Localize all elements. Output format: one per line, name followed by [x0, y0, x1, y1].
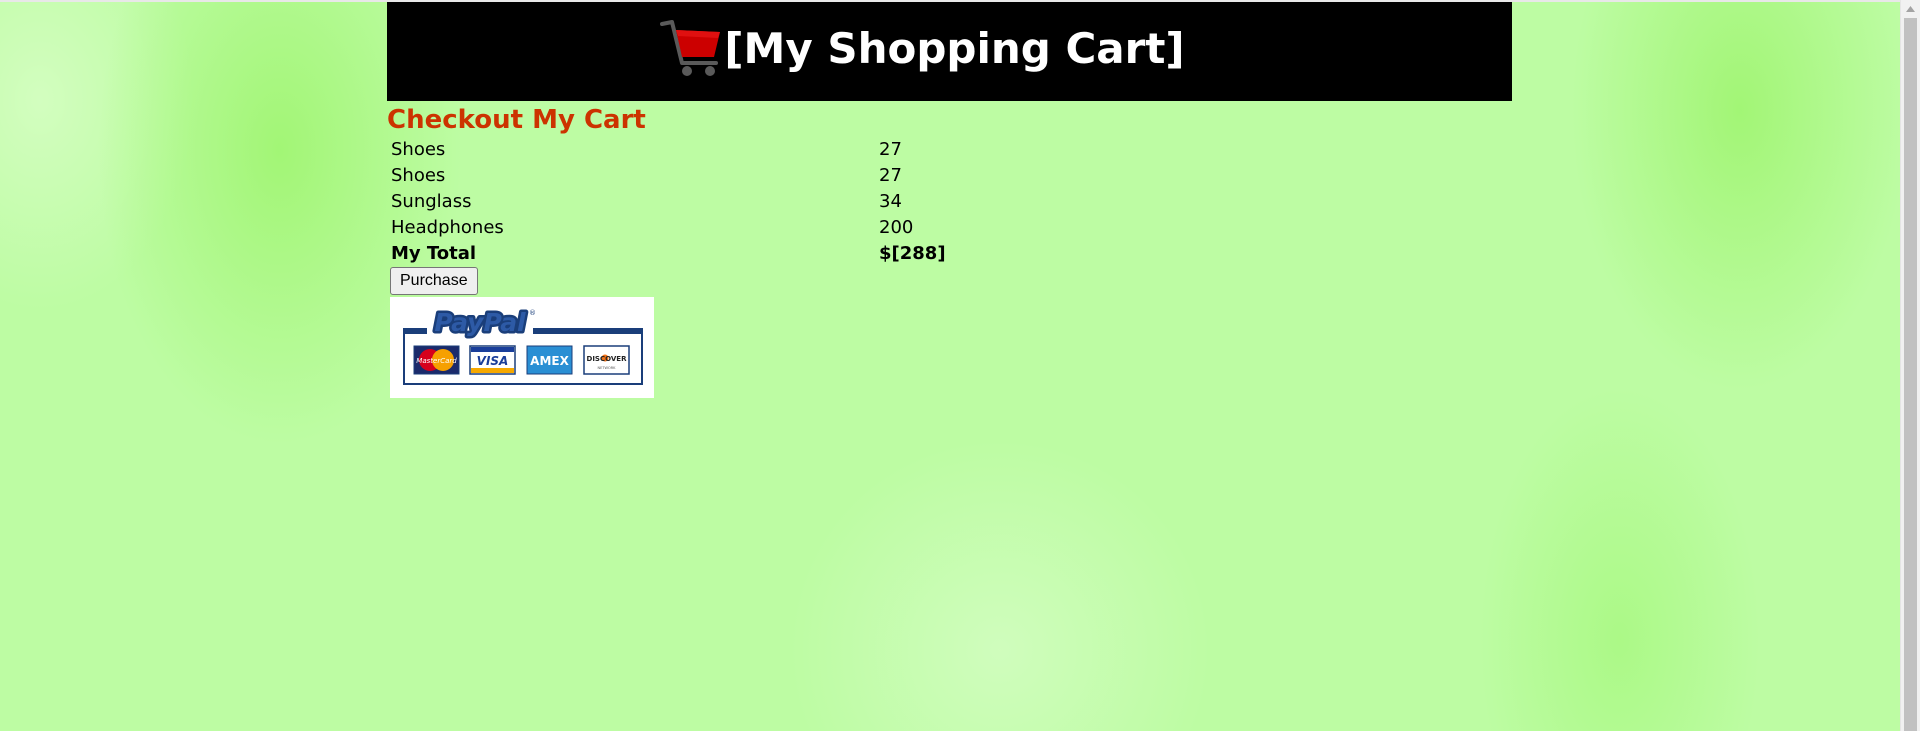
- paypal-logo: PayPal PayPal ® MasterCard VISA AMEX DIS…: [403, 306, 643, 385]
- paypal-checkout-image[interactable]: PayPal PayPal ® MasterCard VISA AMEX DIS…: [390, 297, 654, 398]
- page-container: [My Shopping Cart] Checkout My Cart Shoe…: [387, 2, 1512, 398]
- svg-text:NETWORK: NETWORK: [598, 366, 617, 370]
- item-price: 200: [879, 216, 914, 238]
- cart-row: Shoes 27: [388, 136, 949, 162]
- svg-text:®: ®: [529, 309, 536, 317]
- cart-row: Shoes 27: [388, 162, 949, 188]
- svg-text:AMEX: AMEX: [530, 354, 569, 368]
- checkout-heading: Checkout My Cart: [387, 105, 646, 135]
- item-name: Shoes: [391, 164, 446, 186]
- svg-text:DISCOVER: DISCOVER: [587, 355, 628, 363]
- vertical-scrollbar[interactable]: [1900, 0, 1920, 731]
- visa-icon: VISA: [469, 345, 516, 375]
- total-value: $[288]: [879, 242, 946, 264]
- site-header: [My Shopping Cart]: [387, 2, 1512, 101]
- cart-table: Shoes 27 Shoes 27 Sunglass 34 Headphones…: [388, 136, 949, 266]
- svg-text:VISA: VISA: [477, 354, 509, 368]
- item-price: 27: [879, 164, 902, 186]
- svg-text:MasterCard: MasterCard: [416, 357, 457, 365]
- item-price: 27: [879, 138, 902, 160]
- item-name: Sunglass: [391, 190, 472, 212]
- scrollbar-thumb[interactable]: [1904, 18, 1917, 731]
- discover-icon: DISCOVER NETWORK: [583, 345, 630, 375]
- total-row: My Total $[288]: [388, 240, 949, 266]
- cart-row: Headphones 200: [388, 214, 949, 240]
- scroll-up-arrow-icon[interactable]: [1901, 0, 1920, 17]
- header-content: [My Shopping Cart]: [660, 19, 1185, 79]
- total-label: My Total: [391, 242, 477, 264]
- item-price: 34: [879, 190, 902, 212]
- item-name: Shoes: [391, 138, 446, 160]
- cart-row: Sunglass 34: [388, 188, 949, 214]
- amex-icon: AMEX: [526, 345, 573, 375]
- page-title: [My Shopping Cart]: [724, 24, 1185, 73]
- item-name: Headphones: [391, 216, 504, 238]
- shopping-cart-icon: [660, 19, 721, 76]
- svg-text:PayPal: PayPal: [434, 308, 526, 337]
- purchase-button[interactable]: Purchase: [390, 267, 478, 295]
- mastercard-icon: MasterCard: [413, 345, 460, 375]
